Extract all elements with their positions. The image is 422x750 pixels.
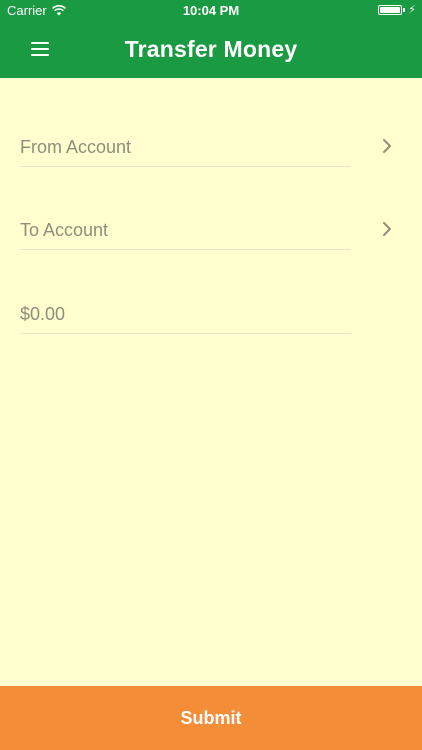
- charging-bolt-icon: ⚡: [408, 4, 416, 16]
- status-time: 10:04 PM: [182, 3, 240, 18]
- submit-button[interactable]: Submit: [0, 686, 422, 750]
- chevron-right-icon: [383, 222, 391, 236]
- to-account-label: To Account: [20, 220, 109, 240]
- chevron-right-icon: [383, 139, 391, 153]
- battery-icon: [378, 5, 403, 15]
- from-account-label: From Account: [20, 137, 132, 157]
- from-account-divider: [20, 166, 351, 167]
- to-account-field[interactable]: To Account: [20, 220, 400, 260]
- amount-divider: [20, 333, 351, 334]
- battery-tip: [403, 8, 406, 12]
- amount-field[interactable]: [20, 302, 400, 344]
- to-account-divider: [20, 249, 351, 250]
- battery-indicator: ⚡: [378, 4, 416, 16]
- amount-input[interactable]: [20, 302, 351, 326]
- from-account-field[interactable]: From Account: [20, 137, 400, 177]
- page-title: Transfer Money: [124, 36, 298, 62]
- status-bar: Carrier 10:04 PM ⚡: [0, 0, 422, 22]
- header-bar: Carrier 10:04 PM ⚡ Transfer Money: [0, 0, 422, 78]
